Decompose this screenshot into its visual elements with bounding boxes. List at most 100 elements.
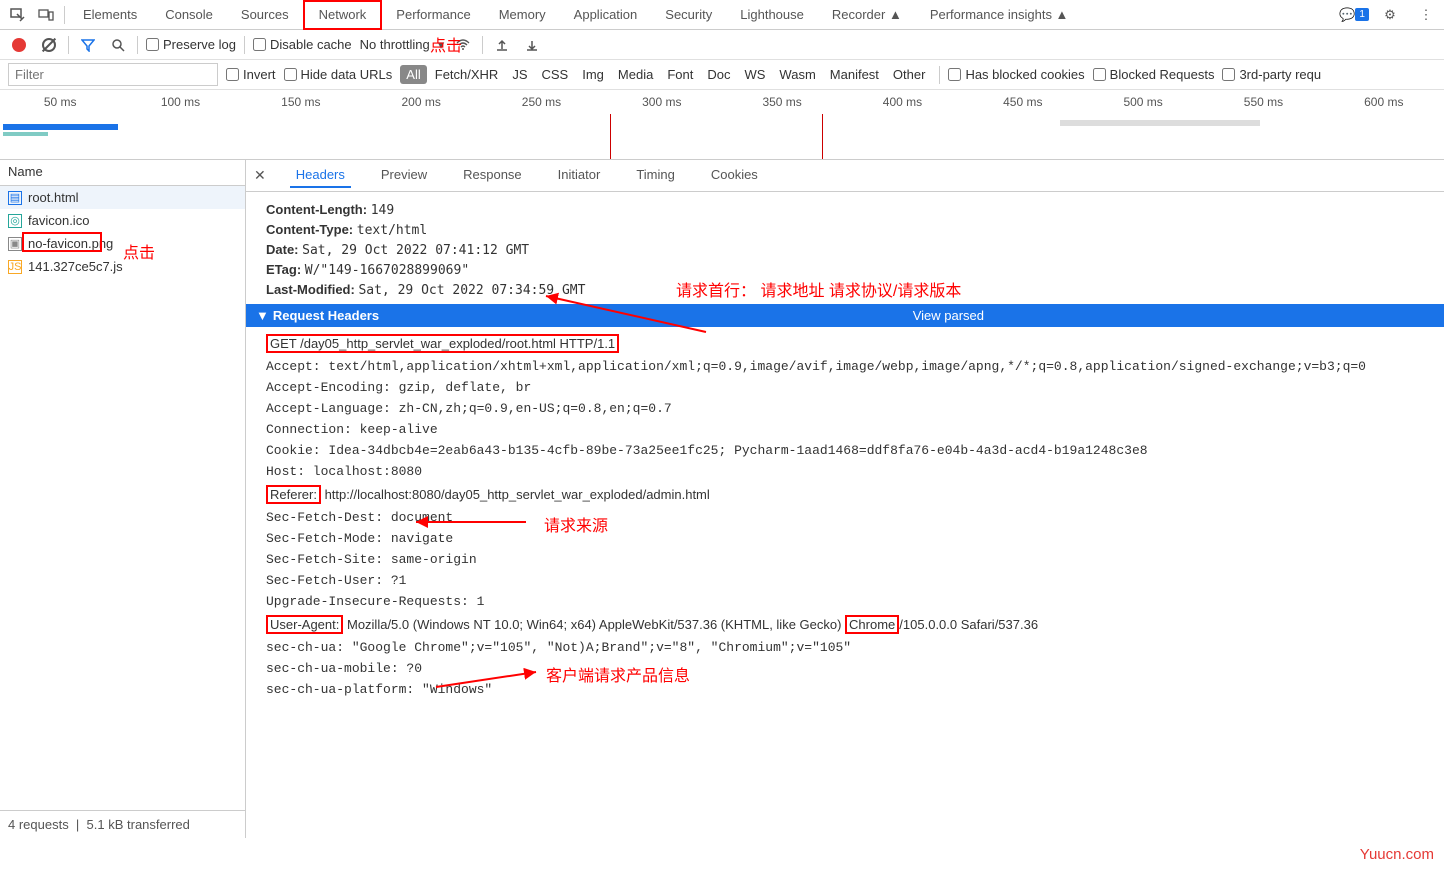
- name-column-header[interactable]: Name: [0, 160, 245, 186]
- detail-tab-timing[interactable]: Timing: [630, 163, 681, 188]
- user-agent-header: User-Agent: Mozilla/5.0 (Windows NT 10.0…: [266, 612, 1424, 637]
- response-header-row: Last-Modified: Sat, 29 Oct 2022 07:34:59…: [266, 280, 1424, 300]
- headers-panel: Content-Length: 149Content-Type: text/ht…: [246, 192, 1444, 838]
- third-party-checkbox[interactable]: 3rd-party requ: [1222, 67, 1321, 82]
- status-transferred: 5.1 kB transferred: [87, 817, 190, 832]
- record-button[interactable]: [8, 34, 30, 56]
- detail-tab-initiator[interactable]: Initiator: [552, 163, 607, 188]
- tab-performance[interactable]: Performance: [382, 0, 484, 30]
- toolbar-right: 💬1 ⚙ ⋮: [1340, 3, 1440, 27]
- request-header-row: Cookie: Idea-34dbcb4e=2eab6a43-b135-4cfb…: [266, 440, 1424, 461]
- request-name: no-favicon.png: [28, 236, 113, 251]
- hide-data-urls-checkbox[interactable]: Hide data URLs: [284, 67, 393, 82]
- preserve-log-checkbox[interactable]: Preserve log: [146, 37, 236, 52]
- filter-chip-wasm[interactable]: Wasm: [773, 65, 821, 84]
- section-title: Request Headers: [273, 308, 379, 323]
- filter-chip-doc[interactable]: Doc: [701, 65, 736, 84]
- ico-file-icon: ◎: [8, 214, 22, 228]
- request-list: Name ▤root.html◎favicon.ico▣no-favicon.p…: [0, 160, 246, 838]
- request-name: 141.327ce5c7.js: [28, 259, 123, 274]
- request-header-row: Host: localhost:8080: [266, 461, 1424, 482]
- filter-chip-other[interactable]: Other: [887, 65, 932, 84]
- timeline-tick: 400 ms: [842, 95, 962, 109]
- referer-header: Referer: http://localhost:8080/day05_htt…: [266, 482, 1424, 507]
- filter-chip-css[interactable]: CSS: [536, 65, 575, 84]
- request-first-line: GET /day05_http_servlet_war_exploded/roo…: [266, 334, 619, 353]
- tab-security[interactable]: Security: [651, 0, 726, 30]
- detail-tabs: ✕ Headers Preview Response Initiator Timing C…: [246, 160, 1444, 192]
- filter-chip-font[interactable]: Font: [661, 65, 699, 84]
- request-header-row: Sec-Fetch-Site: same-origin: [266, 549, 1424, 570]
- tab-sources[interactable]: Sources: [227, 0, 303, 30]
- request-headers-section[interactable]: ▼ Request Headers View parsed: [246, 304, 1444, 327]
- timeline-tick: 150 ms: [241, 95, 361, 109]
- filter-chip-media[interactable]: Media: [612, 65, 659, 84]
- filter-input[interactable]: [8, 63, 218, 86]
- tab-application[interactable]: Application: [560, 0, 652, 30]
- timeline-tick: 100 ms: [120, 95, 240, 109]
- request-header-row: sec-ch-ua-platform: "Windows": [266, 679, 1424, 700]
- issues-icon[interactable]: 💬1: [1342, 3, 1366, 27]
- search-icon[interactable]: [107, 34, 129, 56]
- timeline-tick: 50 ms: [0, 95, 120, 109]
- timeline-overview[interactable]: 50 ms100 ms150 ms200 ms250 ms300 ms350 m…: [0, 90, 1444, 160]
- response-header-row: Content-Length: 149: [266, 200, 1424, 220]
- request-header-row: Accept-Encoding: gzip, deflate, br: [266, 377, 1424, 398]
- main-tabs: ElementsConsoleSourcesNetworkPerformance…: [0, 0, 1444, 30]
- filter-chip-all[interactable]: All: [400, 65, 426, 84]
- settings-icon[interactable]: ⚙: [1378, 3, 1402, 27]
- issues-badge: 1: [1355, 8, 1369, 21]
- request-header-row: Accept: text/html,application/xhtml+xml,…: [266, 356, 1424, 377]
- doc-file-icon: ▤: [8, 191, 22, 205]
- disable-cache-checkbox[interactable]: Disable cache: [253, 37, 352, 52]
- request-row[interactable]: JS 141.327ce5c7.js: [0, 255, 245, 278]
- inspect-icon[interactable]: [6, 3, 30, 27]
- response-header-row: Content-Type: text/html: [266, 220, 1424, 240]
- tab-lighthouse[interactable]: Lighthouse: [726, 0, 818, 30]
- tab-memory[interactable]: Memory: [485, 0, 560, 30]
- download-icon[interactable]: [521, 34, 543, 56]
- request-header-row: Sec-Fetch-Mode: navigate: [266, 528, 1424, 549]
- response-header-row: ETag: W/"149-1667028899069": [266, 260, 1424, 280]
- upload-icon[interactable]: [491, 34, 513, 56]
- request-row[interactable]: ▤root.html: [0, 186, 245, 209]
- tab-recorder-[interactable]: Recorder ▲: [818, 0, 916, 30]
- close-icon[interactable]: ✕: [254, 167, 266, 184]
- detail-tab-preview[interactable]: Preview: [375, 163, 433, 188]
- wifi-icon[interactable]: [452, 34, 474, 56]
- timeline-tick: 600 ms: [1324, 95, 1444, 109]
- request-header-row: sec-ch-ua-mobile: ?0: [266, 658, 1424, 679]
- filter-chip-manifest[interactable]: Manifest: [824, 65, 885, 84]
- main-content: Name ▤root.html◎favicon.ico▣no-favicon.p…: [0, 160, 1444, 838]
- tab-elements[interactable]: Elements: [69, 0, 151, 30]
- filter-toggle-icon[interactable]: [77, 34, 99, 56]
- status-bar: 4 requests | 5.1 kB transferred: [0, 810, 245, 838]
- js-file-icon: JS: [8, 260, 22, 274]
- detail-tab-headers[interactable]: Headers: [290, 163, 351, 188]
- clear-button[interactable]: [38, 34, 60, 56]
- more-icon[interactable]: ⋮: [1414, 3, 1438, 27]
- request-header-row: sec-ch-ua: "Google Chrome";v="105", "Not…: [266, 637, 1424, 658]
- tab-performance-insights-[interactable]: Performance insights ▲: [916, 0, 1083, 30]
- throttling-select[interactable]: No throttling: [360, 37, 430, 52]
- filter-chip-img[interactable]: Img: [576, 65, 610, 84]
- detail-tab-cookies[interactable]: Cookies: [705, 163, 764, 188]
- dropdown-icon[interactable]: ▾: [438, 37, 445, 53]
- device-toggle-icon[interactable]: [34, 3, 58, 27]
- tab-network[interactable]: Network: [303, 0, 383, 30]
- network-toolbar: Preserve log Disable cache No throttling…: [0, 30, 1444, 60]
- timeline-tick: 200 ms: [361, 95, 481, 109]
- tab-console[interactable]: Console: [151, 0, 227, 30]
- request-row[interactable]: ◎favicon.ico: [0, 209, 245, 232]
- filter-chip-fetchxhr[interactable]: Fetch/XHR: [429, 65, 505, 84]
- timeline-tick: 500 ms: [1083, 95, 1203, 109]
- detail-tab-response[interactable]: Response: [457, 163, 528, 188]
- view-parsed-link[interactable]: View parsed: [913, 308, 984, 323]
- filter-chip-js[interactable]: JS: [506, 65, 533, 84]
- request-row[interactable]: ▣no-favicon.png: [0, 232, 245, 255]
- invert-checkbox[interactable]: Invert: [226, 67, 276, 82]
- watermark: Yuucn.com: [1360, 846, 1434, 863]
- filter-chip-ws[interactable]: WS: [738, 65, 771, 84]
- blocked-requests-checkbox[interactable]: Blocked Requests: [1093, 67, 1215, 82]
- has-blocked-cookies-checkbox[interactable]: Has blocked cookies: [948, 67, 1084, 82]
